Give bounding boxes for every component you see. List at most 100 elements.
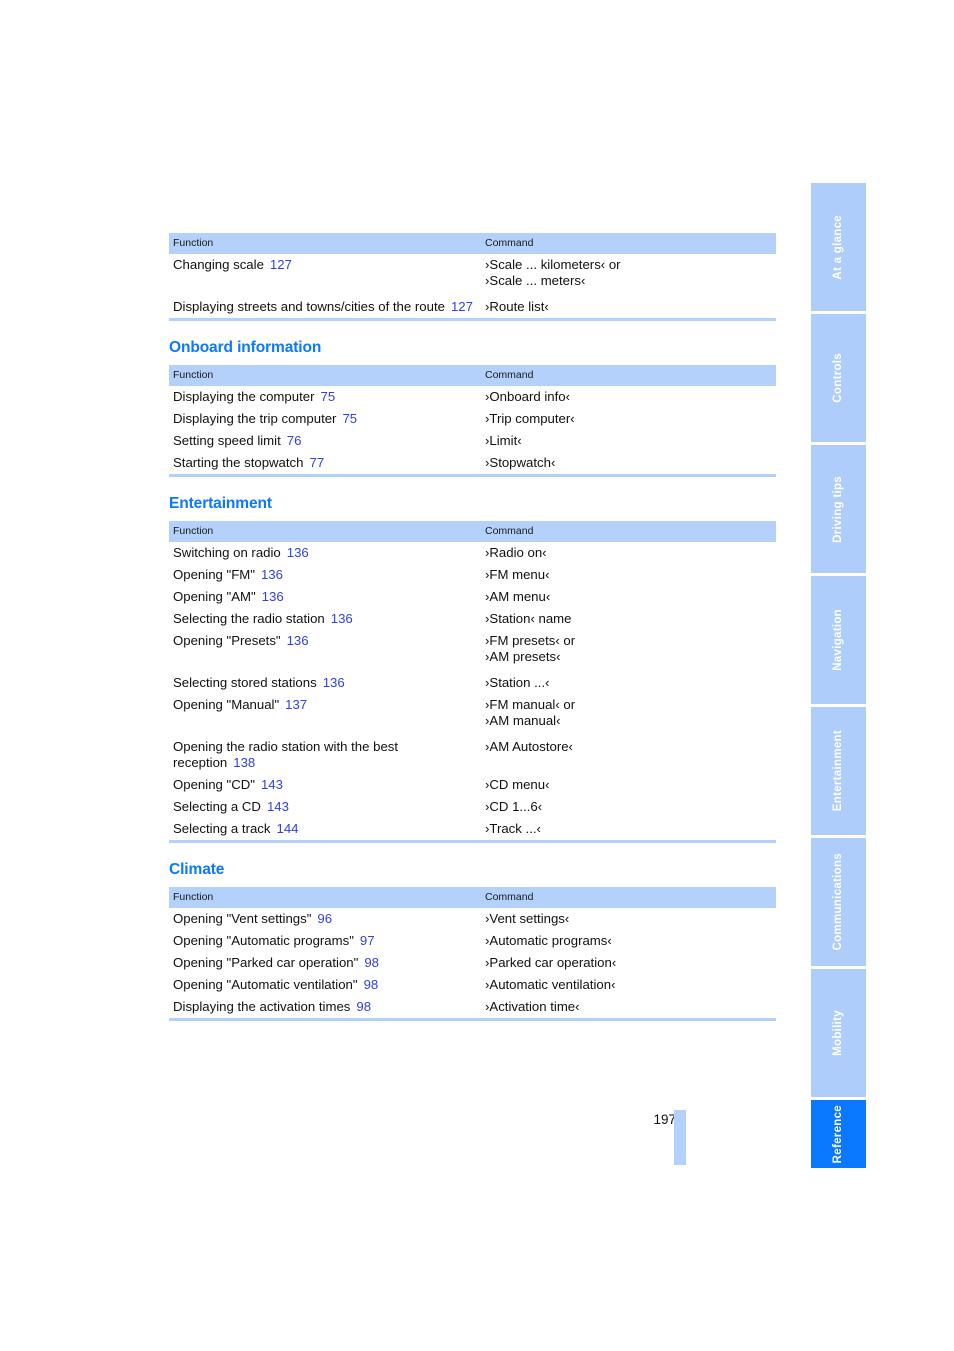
tab-communications[interactable]: Communications — [811, 838, 866, 966]
table-header-row: Function Command — [169, 521, 776, 542]
command-text: ›FM menu‹ — [485, 567, 550, 582]
tab-controls[interactable]: Controls — [811, 314, 866, 442]
page-reference-link[interactable]: 96 — [317, 911, 332, 926]
table-row: Selecting stored stations 136 ›Station ...… — [169, 668, 776, 694]
column-header-command: Command — [481, 887, 776, 908]
tab-label: Communications — [831, 853, 844, 951]
page-reference-link[interactable]: 98 — [364, 955, 379, 970]
tab-inner: Mobility — [811, 969, 866, 1097]
tab-inner: At a glance — [811, 183, 866, 311]
function-label: Opening "CD" — [173, 777, 255, 792]
table-row: Opening "CD" 143 ›CD menu‹ — [169, 774, 776, 796]
function-label: Displaying streets and towns/cities of t… — [173, 299, 445, 314]
page-reference-link[interactable]: 136 — [323, 675, 345, 690]
function-label: Selecting a CD — [173, 799, 261, 814]
command-cell: ›Route list‹ — [481, 292, 776, 318]
column-header-function: Function — [169, 887, 481, 908]
function-cell: Opening "Manual" 137 — [169, 694, 481, 732]
command-text: ›AM Autostore‹ — [485, 739, 573, 754]
page-reference-link[interactable]: 77 — [309, 455, 324, 470]
section-heading: Onboard information — [169, 339, 322, 356]
function-label: Opening "Presets" — [173, 633, 281, 648]
function-label: Selecting stored stations — [173, 675, 317, 690]
command-text: ›CD 1...6‹ — [485, 799, 543, 814]
function-label: Opening "Automatic programs" — [173, 933, 354, 948]
function-label: Opening the radio station with the best … — [173, 739, 399, 770]
table-row: Opening "FM" 136 ›FM menu‹ — [169, 564, 776, 586]
page-reference-link[interactable]: 97 — [360, 933, 375, 948]
table-row: Opening "Vent settings" 96 ›Vent settings‹ — [169, 908, 776, 930]
page-reference-link[interactable]: 143 — [267, 799, 289, 814]
function-cell: Selecting a track 144 — [169, 818, 481, 840]
page-reference-link[interactable]: 136 — [331, 611, 353, 626]
page-reference-link[interactable]: 76 — [287, 433, 302, 448]
table-row: Starting the stopwatch 77 ›Stopwatch‹ — [169, 452, 776, 474]
page-reference-link[interactable]: 137 — [285, 697, 307, 712]
page-reference-link[interactable]: 75 — [320, 389, 335, 404]
command-cell: ›Automatic programs‹ — [481, 930, 776, 952]
column-header-function: Function — [169, 233, 481, 254]
page-reference-link[interactable]: 98 — [356, 999, 371, 1014]
page-reference-link[interactable]: 127 — [451, 299, 473, 314]
function-label: Opening "Parked car operation" — [173, 955, 359, 970]
function-label: Opening "Automatic ventilation" — [173, 977, 358, 992]
function-cell: Opening "Automatic programs" 97 — [169, 930, 481, 952]
command-table: Function Command Opening "Vent settings" 96… — [169, 887, 776, 1018]
command-cell: ›Activation time‹ — [481, 996, 776, 1018]
table-row: Opening the radio station with the best … — [169, 732, 776, 774]
tab-navigation[interactable]: Navigation — [811, 576, 866, 704]
page-reference-link[interactable]: 136 — [262, 589, 284, 604]
function-cell: Opening "Presets" 136 — [169, 630, 481, 668]
page-reference-link[interactable]: 127 — [270, 257, 292, 272]
tab-label: Entertainment — [831, 730, 844, 812]
column-header-command: Command — [481, 233, 776, 254]
table-row: Opening "AM" 136 ›AM menu‹ — [169, 586, 776, 608]
section-heading: Climate — [169, 861, 225, 878]
page-reference-link[interactable]: 138 — [233, 755, 255, 770]
command-cell: ›AM menu‹ — [481, 586, 776, 608]
function-cell: Starting the stopwatch 77 — [169, 452, 481, 474]
tab-at-a-glance[interactable]: At a glance — [811, 183, 866, 311]
function-cell: Opening "Automatic ventilation" 98 — [169, 974, 481, 996]
page-reference-link[interactable]: 136 — [287, 633, 309, 648]
tab-label: Mobility — [831, 1010, 844, 1056]
tab-driving-tips[interactable]: Driving tips — [811, 445, 866, 573]
tab-entertainment[interactable]: Entertainment — [811, 707, 866, 835]
function-cell: Opening "Parked car operation" 98 — [169, 952, 481, 974]
function-cell: Displaying streets and towns/cities of t… — [169, 292, 481, 318]
command-text: ›Activation time‹ — [485, 999, 580, 1014]
command-text: ›AM menu‹ — [485, 589, 551, 604]
command-text: ›Parked car operation‹ — [485, 955, 617, 970]
page-reference-link[interactable]: 136 — [287, 545, 309, 560]
command-cell: ›FM menu‹ — [481, 564, 776, 586]
tab-mobility[interactable]: Mobility — [811, 969, 866, 1097]
page-reference-link[interactable]: 143 — [261, 777, 283, 792]
page-reference-link[interactable]: 75 — [342, 411, 357, 426]
section-heading: Entertainment — [169, 495, 272, 512]
command-cell: ›Radio on‹ — [481, 542, 776, 564]
command-text: ›Stopwatch‹ — [485, 455, 556, 470]
function-label: Starting the stopwatch — [173, 455, 304, 470]
function-cell: Opening "FM" 136 — [169, 564, 481, 586]
tab-reference[interactable]: Reference — [811, 1100, 866, 1168]
function-label: Displaying the activation times — [173, 999, 351, 1014]
page-reference-link[interactable]: 144 — [277, 821, 299, 836]
page-marker-bar — [674, 1110, 686, 1165]
page-reference-link[interactable]: 136 — [261, 567, 283, 582]
function-cell: Opening "Vent settings" 96 — [169, 908, 481, 930]
command-cell: ›FM manual‹ or ›AM manual‹ — [481, 694, 776, 732]
tab-inner: Controls — [811, 314, 866, 442]
command-table: Function Command Switching on radio 136 ›Rad… — [169, 521, 776, 840]
command-text: ›Automatic programs‹ — [485, 933, 612, 948]
reference-tables-content: Function Command Changing scale 127 ›Scale .… — [169, 233, 776, 1039]
page-reference-link[interactable]: 98 — [364, 977, 379, 992]
command-text: ›Radio on‹ — [485, 545, 547, 560]
function-label: Opening "FM" — [173, 567, 255, 582]
table-row: Displaying the computer 75 ›Onboard info‹ — [169, 386, 776, 408]
table-row: Displaying streets and towns/cities of t… — [169, 292, 776, 318]
